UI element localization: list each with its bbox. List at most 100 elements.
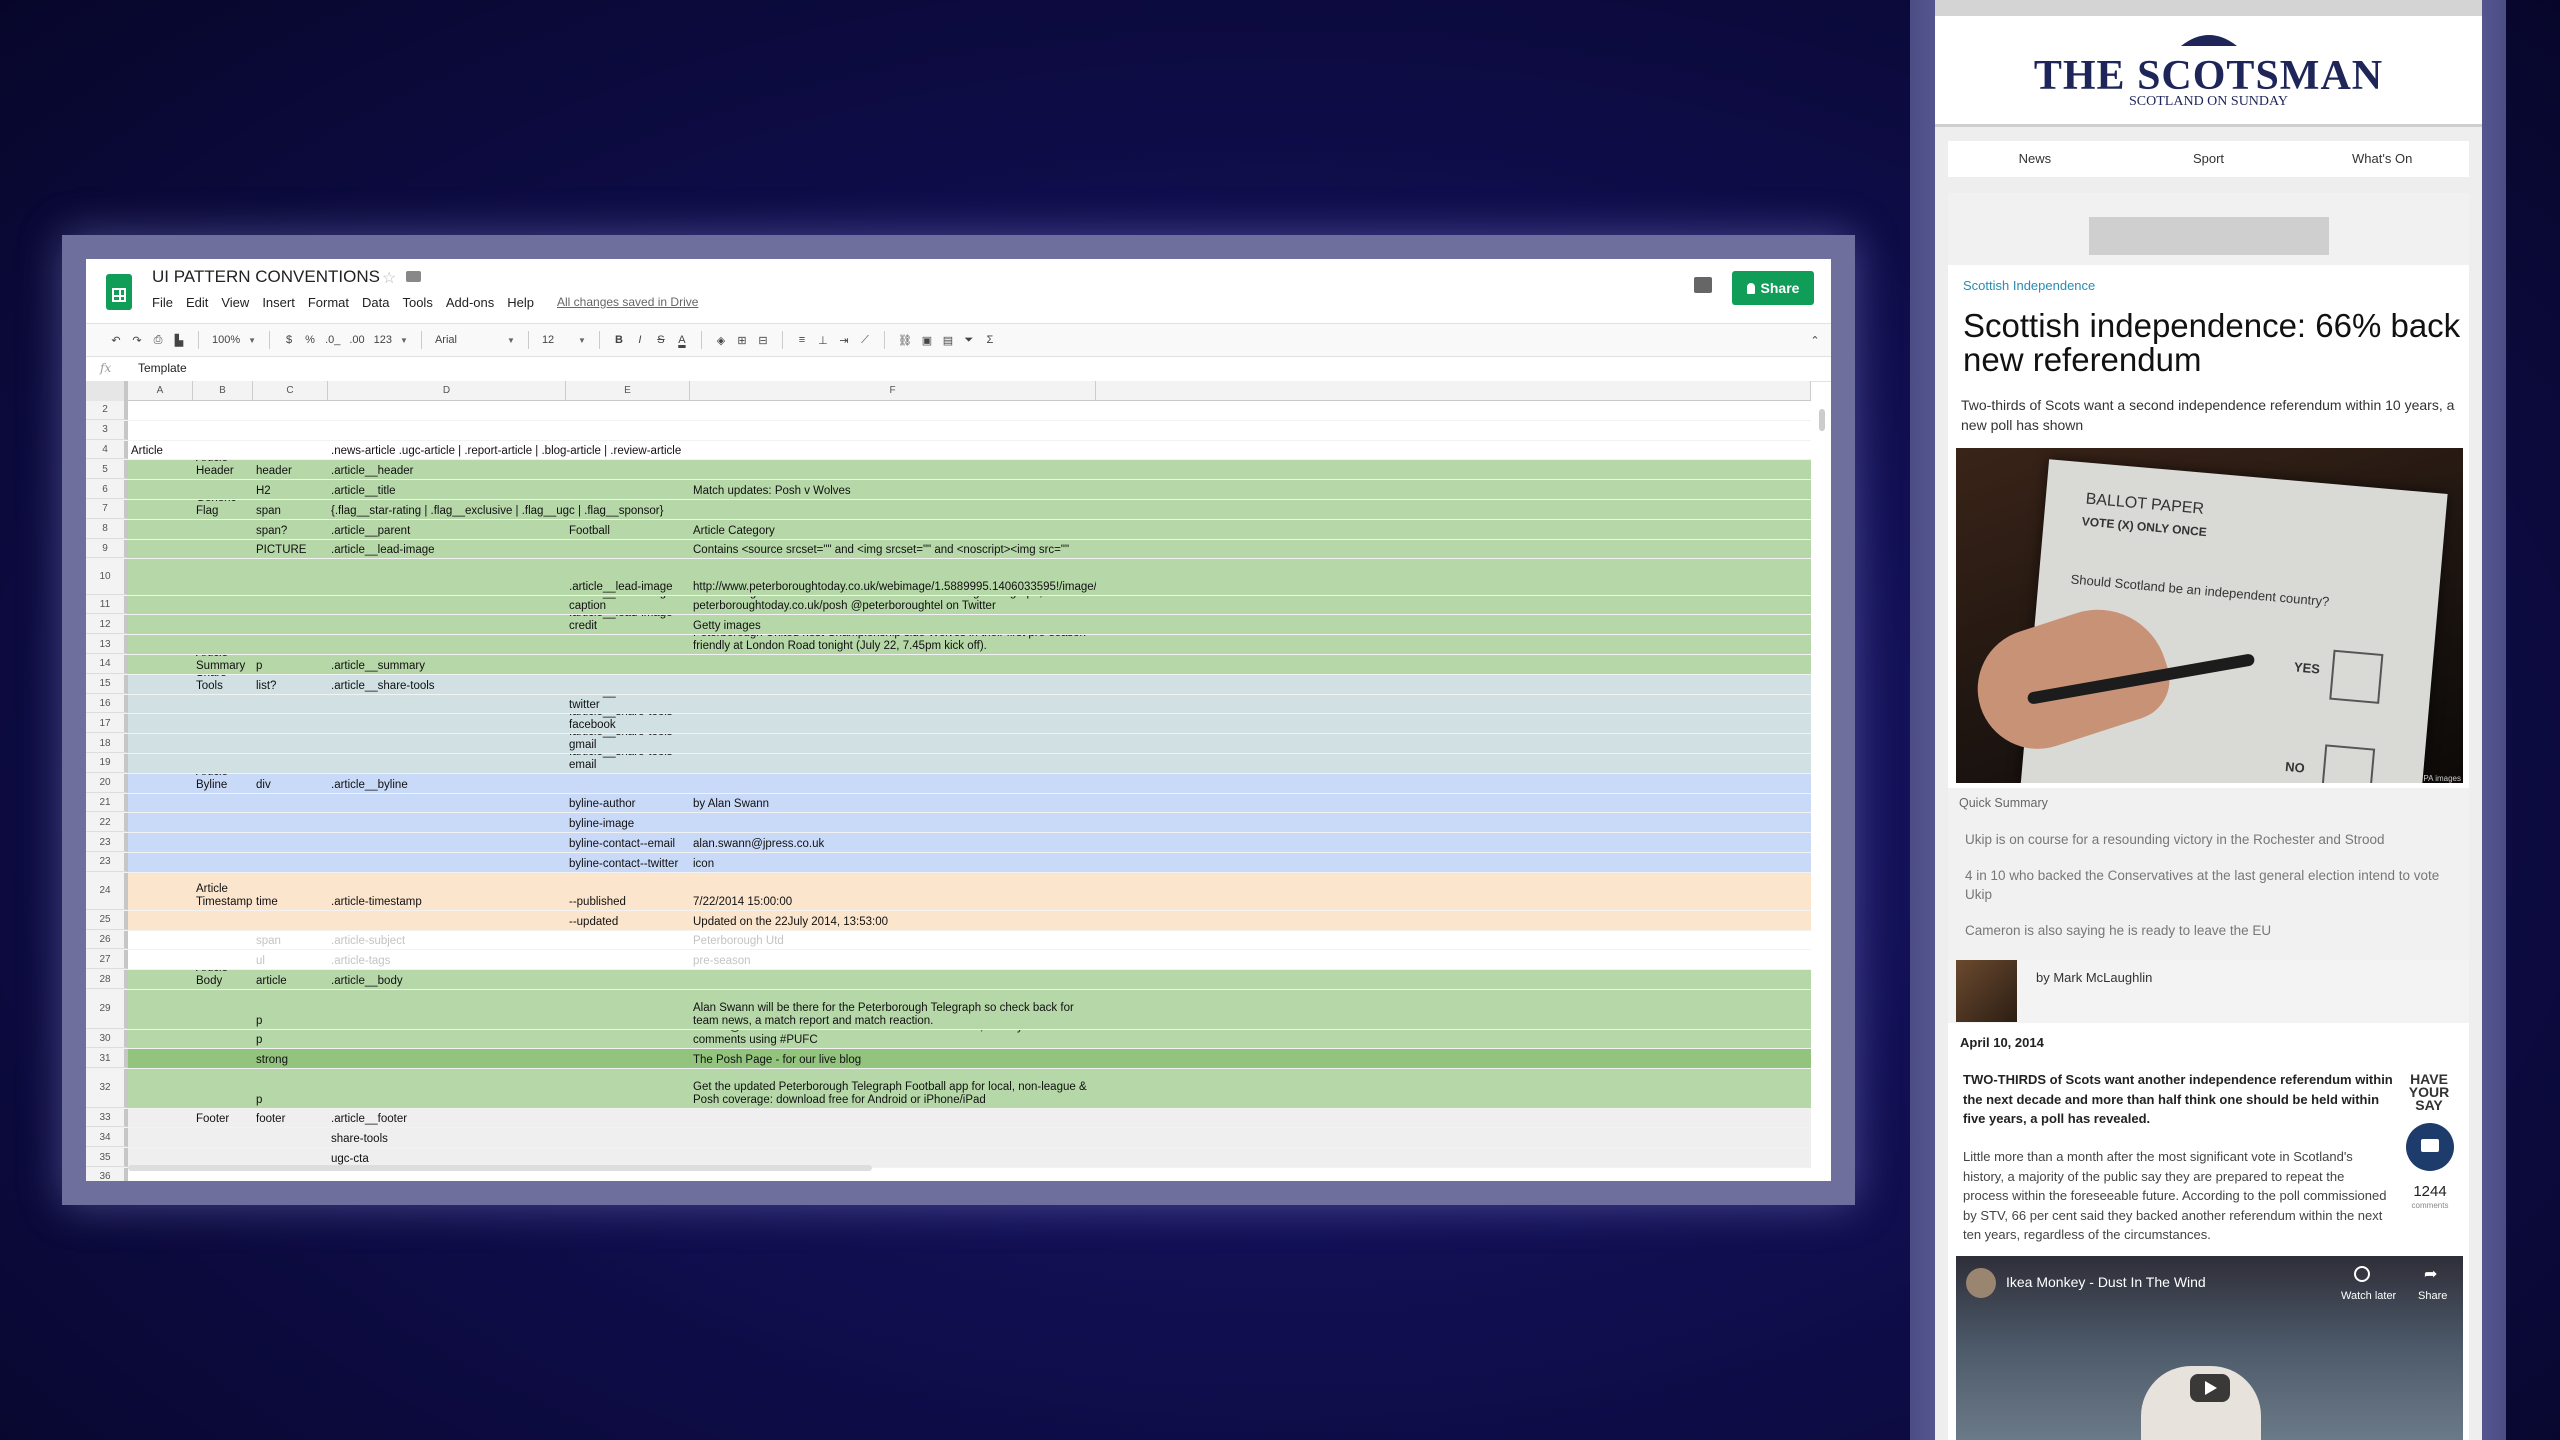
table-cell-a[interactable] (128, 1049, 193, 1068)
table-cell-c[interactable]: H2 (253, 480, 328, 499)
table-cell-f[interactable] (690, 441, 1096, 460)
column-header-b[interactable]: B (193, 381, 253, 401)
row-number[interactable]: 4 (86, 440, 128, 460)
play-button-icon[interactable] (2190, 1374, 2230, 1402)
table-cell-d[interactable] (328, 853, 566, 872)
table-cell-e[interactable] (566, 500, 690, 519)
strikethrough-button[interactable]: S (655, 334, 667, 346)
text-color-button[interactable]: A (676, 334, 688, 346)
table-cell-b[interactable] (193, 1049, 253, 1068)
table-cell-f[interactable]: http://www.peterboroughtoday.co.uk/webim… (690, 559, 1096, 594)
row-number[interactable]: 32 (86, 1069, 128, 1108)
table-cell-f[interactable]: alan.swann@jpress.co.uk (690, 833, 1096, 852)
row-number[interactable]: 12 (86, 615, 128, 635)
table-cell-e[interactable] (566, 950, 690, 969)
row-number[interactable]: 36 (86, 1168, 128, 1181)
table-cell-c[interactable] (253, 754, 328, 773)
row-number[interactable]: 15 (86, 674, 128, 694)
table-cell-e[interactable] (566, 1109, 690, 1128)
table-cell-c[interactable] (253, 695, 328, 714)
table-cell-f[interactable]: Getty images (690, 615, 1096, 634)
table-cell-a[interactable] (128, 500, 193, 519)
table-cell-c[interactable] (253, 853, 328, 872)
table-cell-b[interactable] (193, 1069, 253, 1108)
table-cell-a[interactable] (128, 833, 193, 852)
menu-data[interactable]: Data (362, 295, 389, 310)
table-cell-a[interactable] (128, 931, 193, 950)
table-cell-e[interactable] (566, 480, 690, 499)
increase-decimal-button[interactable]: .00 (349, 334, 364, 346)
menu-help[interactable]: Help (507, 295, 534, 310)
table-cell-c[interactable]: list? (253, 675, 328, 694)
currency-format-button[interactable]: $ (283, 334, 295, 346)
font-size-select[interactable]: 12 ▼ (542, 334, 586, 346)
table-cell-b[interactable] (193, 754, 253, 773)
table-cell-b[interactable] (193, 540, 253, 559)
table-cell-d[interactable]: .article__parent (328, 520, 566, 539)
table-cell-f[interactable] (690, 714, 1096, 733)
row-number[interactable]: 22 (86, 813, 128, 833)
table-cell-d[interactable] (328, 813, 566, 832)
table-cell-e[interactable]: .article__share-tools--gmail (566, 734, 690, 753)
row-number[interactable]: 11 (86, 595, 128, 615)
table-cell-c[interactable]: PICTURE (253, 540, 328, 559)
table-cell-f[interactable] (690, 655, 1096, 674)
wrap-text-icon[interactable]: ⇥ (838, 334, 850, 347)
table-cell-f[interactable]: icon (690, 853, 1096, 872)
table-cell-e[interactable]: .article__share-tools--twitter (566, 695, 690, 714)
row-number[interactable]: 13 (86, 635, 128, 655)
table-cell-b[interactable]: Article Header (193, 460, 253, 479)
table-cell-d[interactable] (328, 911, 566, 930)
table-cell-b[interactable] (193, 695, 253, 714)
print-icon[interactable]: ⎙ (152, 334, 164, 347)
table-cell-f[interactable] (690, 695, 1096, 714)
table-cell-d[interactable] (328, 596, 566, 615)
table-cell-a[interactable] (128, 1109, 193, 1128)
table-cell-e[interactable]: byline-contact--email (566, 833, 690, 852)
table-cell-f[interactable] (690, 1128, 1096, 1147)
table-cell-b[interactable]: Article Footer (193, 1109, 253, 1128)
table-cell-f[interactable]: Updated on the 22July 2014, 13:53:00 (690, 911, 1096, 930)
table-cell-f[interactable] (690, 754, 1096, 773)
table-cell-e[interactable]: .article__lead-image-caption (566, 596, 690, 615)
row-number[interactable]: 6 (86, 480, 128, 499)
table-cell-b[interactable] (193, 714, 253, 733)
menu-view[interactable]: View (221, 295, 249, 310)
menu-tools[interactable]: Tools (402, 295, 432, 310)
row-number[interactable]: 20 (86, 773, 128, 793)
table-cell-e[interactable] (566, 931, 690, 950)
share-button[interactable]: Share (1732, 271, 1814, 305)
section-link[interactable]: Scottish Independence (1963, 278, 2095, 293)
row-number[interactable]: 27 (86, 950, 128, 970)
table-cell-f[interactable]: Get the updated Peterborough Telegraph F… (690, 1069, 1096, 1108)
table-cell-c[interactable] (253, 596, 328, 615)
table-cell-f[interactable] (690, 970, 1096, 989)
table-cell-f[interactable]: 7/22/2014 15:00:00 (690, 873, 1096, 910)
sheets-logo-icon[interactable] (106, 274, 132, 310)
font-select[interactable]: Arial ▼ (435, 334, 515, 346)
table-cell-a[interactable] (128, 480, 193, 499)
table-cell-a[interactable] (128, 1069, 193, 1108)
table-cell-f[interactable] (690, 1109, 1096, 1128)
table-cell-d[interactable] (328, 714, 566, 733)
table-cell-d[interactable] (328, 615, 566, 634)
table-cell-e[interactable] (566, 970, 690, 989)
table-cell-f[interactable]: Article Category (690, 520, 1096, 539)
zoom-select[interactable]: 100% ▼ (212, 334, 256, 346)
table-cell-b[interactable] (193, 480, 253, 499)
table-cell-e[interactable]: .article__share-tools--email (566, 754, 690, 773)
merge-cells-icon[interactable]: ⊟ (757, 334, 769, 347)
table-cell-d[interactable] (328, 559, 566, 594)
video-title[interactable]: Ikea Monkey - Dust In The Wind (2006, 1274, 2206, 1290)
comment-count[interactable]: 1244 (2398, 1183, 2462, 1200)
formula-input[interactable]: Template (138, 361, 187, 375)
table-cell-b[interactable] (193, 401, 253, 420)
table-cell-c[interactable]: span? (253, 520, 328, 539)
table-cell-b[interactable]: Article Byline (193, 774, 253, 793)
row-number[interactable]: 31 (86, 1049, 128, 1069)
table-cell-c[interactable] (253, 559, 328, 594)
row-number[interactable]: 17 (86, 714, 128, 734)
table-cell-c[interactable] (253, 421, 328, 440)
table-cell-c[interactable] (253, 911, 328, 930)
table-cell-a[interactable] (128, 754, 193, 773)
